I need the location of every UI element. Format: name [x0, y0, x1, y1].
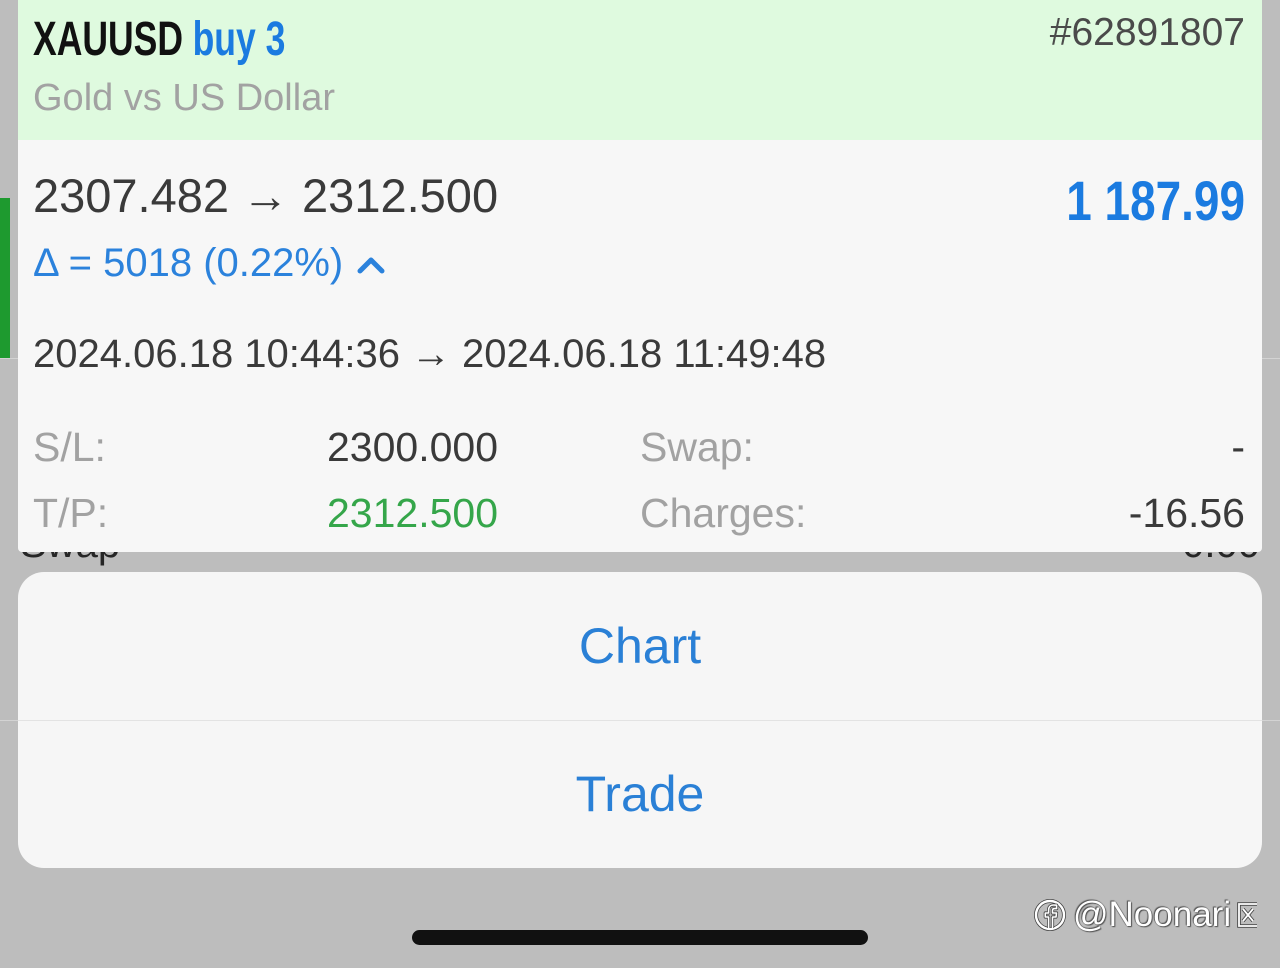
trade-header: XAUUSD buy 3 #62891807 Gold vs US Dollar	[18, 0, 1262, 140]
close-time: 2024.06.18 11:49:48	[462, 332, 827, 376]
time-range: 2024.06.18 10:44:36 → 2024.06.18 11:49:48	[33, 334, 826, 374]
ticket-number: #62891807	[1049, 11, 1245, 54]
action-sheet: Chart Trade	[18, 572, 1262, 868]
watermark: @Noonari	[1033, 896, 1261, 934]
take-profit-value: 2312.500	[326, 490, 498, 536]
home-indicator[interactable]	[412, 930, 868, 945]
chevron-up-icon	[357, 257, 385, 274]
stop-loss-label: S/L:	[33, 424, 106, 470]
open-time: 2024.06.18 10:44:36	[33, 332, 401, 376]
watermark-text: @Noonari	[1073, 895, 1232, 934]
delta-text: Δ = 5018 (0.22%)	[33, 241, 344, 285]
chart-button[interactable]: Chart	[18, 572, 1262, 720]
swap-label: Swap:	[640, 424, 754, 470]
symbol-description: Gold vs US Dollar	[33, 77, 335, 119]
stop-loss-value: 2300.000	[326, 424, 498, 470]
facebook-icon	[1034, 899, 1066, 931]
price-delta: Δ = 5018 (0.22%)	[33, 243, 385, 283]
arrow-right-icon: →	[242, 169, 290, 222]
price-range: 2307.482 → 2312.500	[33, 172, 498, 219]
symbol-name: XAUUSD	[33, 13, 183, 66]
open-price: 2307.482	[33, 169, 230, 222]
arrow-right-icon: →	[411, 332, 452, 376]
profit-value: 1 187.99	[1066, 169, 1245, 232]
take-profit-label: T/P:	[33, 490, 109, 536]
box-icon	[1237, 902, 1258, 928]
position-indicator-bar	[0, 198, 10, 358]
trade-side-volume: buy 3	[192, 13, 286, 66]
trade-title: XAUUSD buy 3	[33, 16, 285, 64]
swap-value: -	[1231, 424, 1245, 470]
trade-button[interactable]: Trade	[18, 720, 1262, 868]
charges-value: -16.56	[1128, 490, 1245, 536]
close-price: 2312.500	[302, 169, 499, 222]
trade-detail-card: XAUUSD buy 3 #62891807 Gold vs US Dollar …	[18, 0, 1262, 552]
charges-label: Charges:	[640, 490, 807, 536]
